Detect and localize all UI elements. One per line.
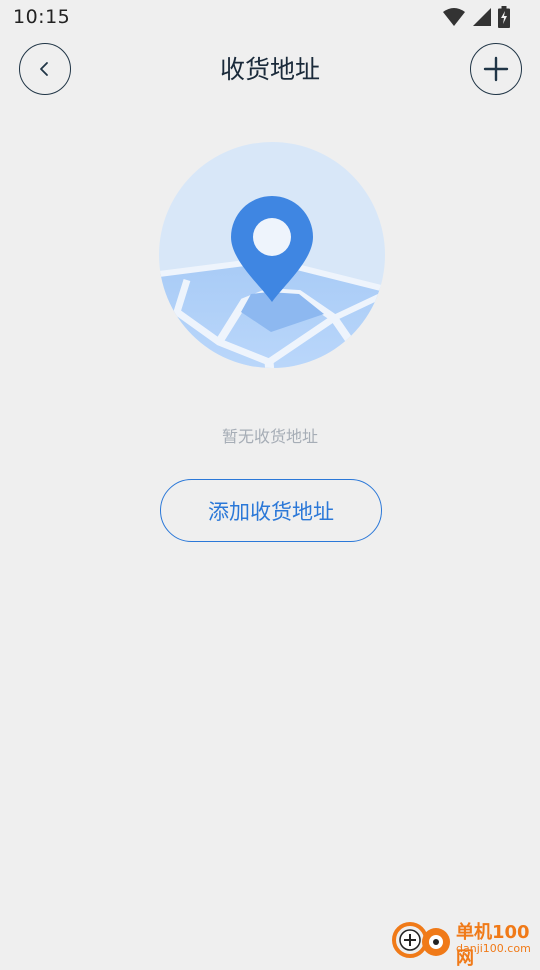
watermark-url: danji100.com [456, 942, 531, 955]
add-address-button[interactable]: 添加收货地址 [160, 479, 382, 542]
status-bar: 10:15 [0, 0, 540, 36]
signal-icon [473, 8, 491, 26]
status-icons [442, 6, 510, 28]
plus-icon [483, 56, 509, 82]
page-title: 收货地址 [219, 55, 320, 84]
map-pin-icon [159, 142, 385, 368]
header: 收货地址 [0, 36, 540, 100]
wifi-icon [443, 8, 465, 26]
watermark-icon [392, 922, 450, 958]
status-time: 10:15 [13, 6, 71, 28]
empty-address-illustration [159, 142, 385, 368]
watermark-logo: 单机100网 danji100.com [390, 916, 540, 969]
empty-message: 暂无收货地址 [221, 427, 318, 446]
add-address-icon-button[interactable] [470, 43, 522, 95]
battery-icon [498, 6, 510, 28]
